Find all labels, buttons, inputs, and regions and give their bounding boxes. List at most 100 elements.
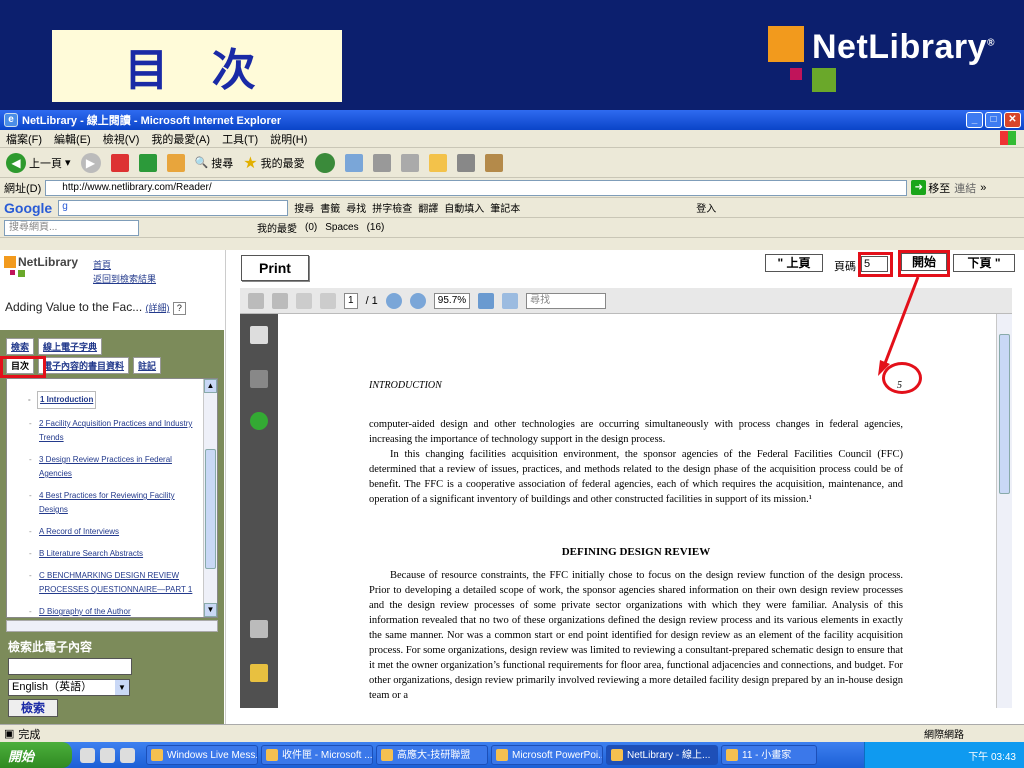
status-bar: ▣ 完成 網際網路 — [0, 724, 1024, 742]
spellcheck-button[interactable]: 拼字檢查 — [372, 200, 412, 215]
pdf-print-icon[interactable] — [248, 292, 264, 309]
task-messenger[interactable]: Windows Live Mess... — [146, 745, 258, 765]
task-powerpoint[interactable]: Microsoft PowerPoi... — [491, 745, 603, 765]
signin-button[interactable]: 登入 — [696, 200, 716, 215]
pdf-next-icon[interactable] — [320, 292, 336, 309]
folder-icon[interactable] — [428, 153, 447, 172]
bookmarks-button[interactable]: 書籤 — [320, 200, 340, 215]
paragraph-3: Because of resource constraints, the FFC… — [369, 570, 903, 701]
menu-edit[interactable]: 編輯(E) — [54, 131, 91, 147]
menu-favorites[interactable]: 我的最愛(A) — [151, 131, 210, 147]
pdf-page-field[interactable]: 1 — [344, 292, 358, 309]
toc-item[interactable]: 4 Best Practices for Reviewing Facility … — [7, 489, 217, 517]
close-button[interactable]: ✕ — [1004, 112, 1021, 128]
web-search-input[interactable]: 搜尋網頁... — [4, 219, 139, 236]
pdf-scrollbar[interactable] — [996, 314, 1012, 708]
pdf-find-input[interactable]: 尋找 — [526, 292, 607, 309]
prev-page-button[interactable]: " 上頁 — [765, 254, 823, 272]
print-button[interactable]: Print — [241, 255, 309, 281]
details-link[interactable]: (詳細) — [146, 303, 170, 313]
comments-icon[interactable] — [250, 664, 268, 682]
zoom-out-icon[interactable] — [385, 292, 402, 309]
live-favorites[interactable]: 我的最愛 — [257, 220, 297, 235]
toc-item[interactable]: D Biography of the Author — [7, 605, 217, 617]
scroll-up-icon[interactable]: ▲ — [204, 379, 217, 393]
menu-tools[interactable]: 工具(T) — [222, 131, 258, 147]
clock[interactable]: 下午 03:43 — [968, 748, 1016, 763]
google-search-button[interactable]: 搜尋 — [294, 200, 314, 215]
binoculars-icon[interactable] — [250, 370, 268, 388]
scroll-thumb[interactable] — [205, 449, 216, 569]
spaces-button[interactable]: Spaces — [325, 222, 358, 233]
toc-item[interactable]: 3 Design Review Practices in Federal Age… — [7, 453, 217, 481]
outlook-quick-icon[interactable] — [120, 747, 135, 763]
toc-hscrollbar[interactable] — [6, 620, 218, 632]
toc-item[interactable]: 2 Facility Acquisition Practices and Ind… — [7, 417, 217, 445]
attachment-icon[interactable] — [250, 620, 268, 638]
tab-notes[interactable]: 註記 — [133, 357, 162, 374]
menu-help[interactable]: 說明(H) — [270, 131, 307, 147]
google-search-input[interactable]: g — [58, 199, 289, 216]
help-circle-icon[interactable] — [250, 412, 268, 430]
translate-button[interactable]: 翻譯 — [418, 200, 438, 215]
home-link[interactable]: 首頁 — [93, 258, 156, 272]
pdf-save-icon[interactable] — [272, 292, 288, 309]
pdf-scroll-thumb[interactable] — [999, 334, 1010, 494]
contacts-count[interactable]: (16) — [367, 222, 385, 233]
address-input[interactable]: http://www.netlibrary.com/Reader/ — [45, 179, 908, 196]
desktop-icon[interactable] — [80, 747, 95, 763]
content-search-button[interactable]: 檢索 — [8, 699, 58, 717]
scroll-down-icon[interactable]: ▼ — [204, 603, 217, 617]
window-title: NetLibrary - 線上閱讀 - Microsoft Internet E… — [22, 115, 282, 127]
forward-button[interactable]: ▶ — [80, 152, 101, 173]
stop-icon[interactable] — [110, 153, 129, 172]
ie-quick-icon[interactable] — [100, 747, 115, 763]
messenger-icon[interactable] — [456, 153, 475, 172]
next-page-button[interactable]: 下頁 " — [953, 254, 1015, 272]
fit-width-icon[interactable] — [502, 292, 519, 309]
back-button[interactable]: ◀ 上一頁 ▾ — [6, 152, 71, 173]
zoom-select[interactable]: 95.7% — [433, 292, 471, 309]
task-folder[interactable]: 高應大-技研聯盟 — [376, 745, 488, 765]
tab-bibliography[interactable]: 電子內容的書目資料 — [38, 357, 130, 374]
find-button[interactable]: 尋找 — [346, 200, 366, 215]
research-icon[interactable] — [484, 153, 503, 172]
tab-search[interactable]: 檢索 — [6, 338, 35, 355]
tab-dictionary[interactable]: 線上電子字典 — [38, 338, 103, 355]
toc-item[interactable]: B Literature Search Abstracts — [7, 547, 217, 561]
menu-view[interactable]: 檢視(V) — [103, 131, 140, 147]
search-button[interactable]: 🔍 搜尋 — [195, 155, 234, 171]
autofill-button[interactable]: 自動填入 — [444, 200, 484, 215]
maximize-button[interactable]: □ — [985, 112, 1002, 128]
language-select[interactable]: English（英語） ▼ — [8, 679, 130, 696]
task-outlook[interactable]: 收件匣 - Microsoft ... — [261, 745, 373, 765]
links-label[interactable]: 連結 — [954, 180, 976, 196]
minimize-button[interactable]: _ — [966, 112, 983, 128]
back-to-results-link[interactable]: 返回到檢索結果 — [93, 272, 156, 286]
toc-item[interactable]: C BENCHMARKING DESIGN REVIEW PROCESSES Q… — [7, 569, 217, 597]
task-netlibrary[interactable]: NetLibrary - 線上... — [606, 745, 718, 765]
feeds-count[interactable]: (0) — [305, 222, 317, 233]
task-paint[interactable]: 11 - 小畫家 — [721, 745, 817, 765]
chevron-icon[interactable]: » — [980, 182, 986, 194]
favorites-button[interactable]: ★ 我的最愛 — [243, 153, 304, 173]
content-search-input[interactable] — [8, 658, 132, 675]
notebook-button[interactable]: 筆記本 — [490, 200, 520, 215]
mail-icon[interactable] — [344, 153, 363, 172]
toc-scrollbar[interactable]: ▲ ▼ — [203, 379, 217, 617]
toc-item[interactable]: 1 Introduction — [28, 391, 97, 409]
help-icon[interactable]: ? — [172, 302, 186, 315]
pages-icon[interactable] — [250, 326, 268, 344]
print-icon[interactable] — [372, 153, 391, 172]
home-icon[interactable] — [166, 153, 185, 172]
go-button[interactable]: ➜ 移至 — [911, 180, 950, 196]
history-icon[interactable] — [314, 152, 335, 173]
zoom-in-icon[interactable] — [409, 292, 426, 309]
toc-item[interactable]: A Record of Interviews — [7, 525, 217, 539]
start-button[interactable]: 開始 — [0, 742, 72, 768]
edit-icon[interactable] — [400, 153, 419, 172]
refresh-icon[interactable] — [138, 153, 157, 172]
fit-page-icon[interactable] — [478, 292, 495, 309]
pdf-prev-icon[interactable] — [296, 292, 312, 309]
menu-file[interactable]: 檔案(F) — [6, 131, 42, 147]
